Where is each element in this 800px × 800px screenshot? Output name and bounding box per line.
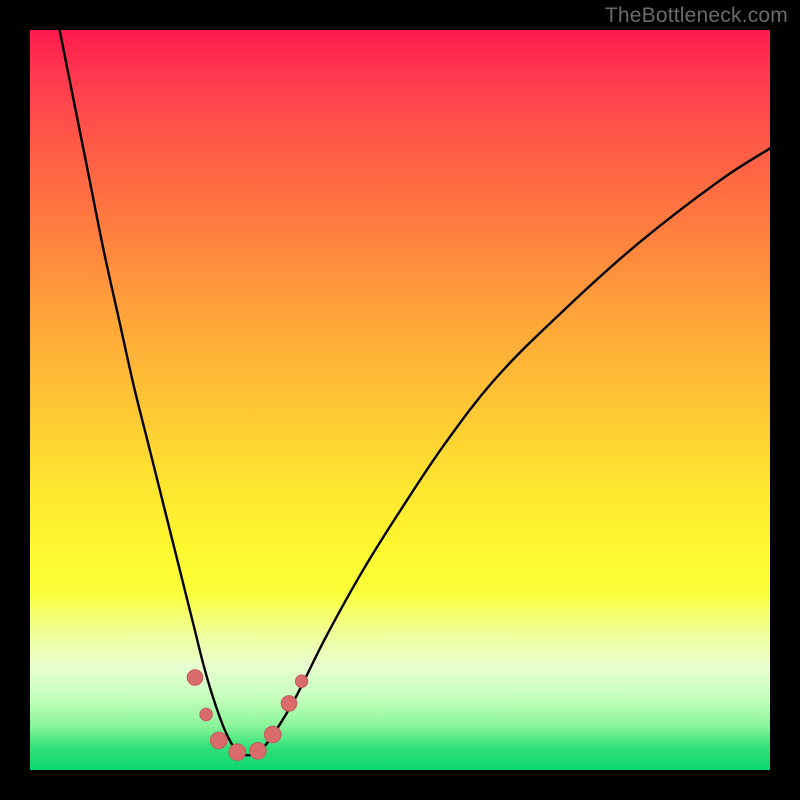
plot-area bbox=[30, 30, 770, 770]
curve-marker bbox=[264, 726, 281, 743]
curve-marker bbox=[229, 744, 246, 761]
curve-marker bbox=[250, 743, 267, 760]
chart-frame: TheBottleneck.com bbox=[0, 0, 800, 800]
bottleneck-curve bbox=[30, 30, 770, 770]
curve-marker bbox=[281, 696, 297, 712]
curve-marker bbox=[295, 675, 307, 687]
curve-marker bbox=[187, 670, 203, 686]
curve-marker bbox=[200, 708, 212, 720]
watermark-text: TheBottleneck.com bbox=[605, 4, 788, 28]
curve-marker bbox=[210, 732, 227, 749]
